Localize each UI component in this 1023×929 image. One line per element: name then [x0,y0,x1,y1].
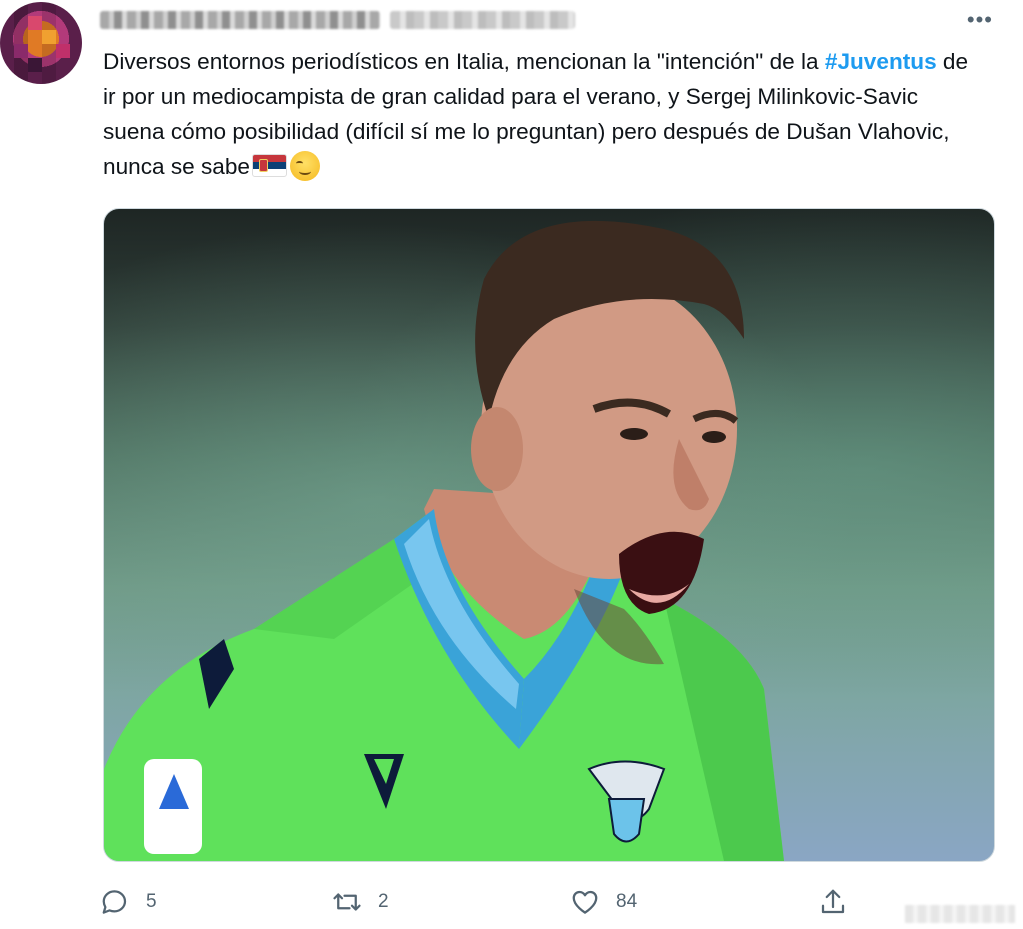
blurred-watermark [905,905,1015,923]
share-icon [821,889,845,914]
tweet-header [100,8,575,32]
relieved-face-emoji [289,151,320,181]
like-button[interactable]: 84 [570,882,637,922]
retweet-count: 2 [378,891,389,912]
hashtag-link[interactable]: #Juventus [825,49,937,74]
tweet-photo[interactable] [103,208,995,862]
blurred-user-name[interactable] [100,11,380,29]
reply-button[interactable]: 5 [100,882,157,922]
heart-icon [572,890,598,914]
player-illustration [104,220,784,861]
reply-count: 5 [146,891,157,912]
more-options-icon[interactable]: ••• [967,9,993,31]
tweet-actions: 5 2 84 [100,882,860,922]
retweet-button[interactable]: 2 [332,882,389,922]
serbia-flag-emoji [251,154,287,177]
like-count: 84 [616,891,638,912]
share-button[interactable] [818,882,848,922]
reply-icon [102,890,127,914]
blurred-user-handle[interactable] [390,11,575,29]
retweet-icon [333,893,361,911]
tweet-text-part1: Diversos entornos periodísticos en Itali… [103,49,825,74]
avatar[interactable] [0,2,82,84]
tweet-text: Diversos entornos periodísticos en Itali… [103,44,983,184]
